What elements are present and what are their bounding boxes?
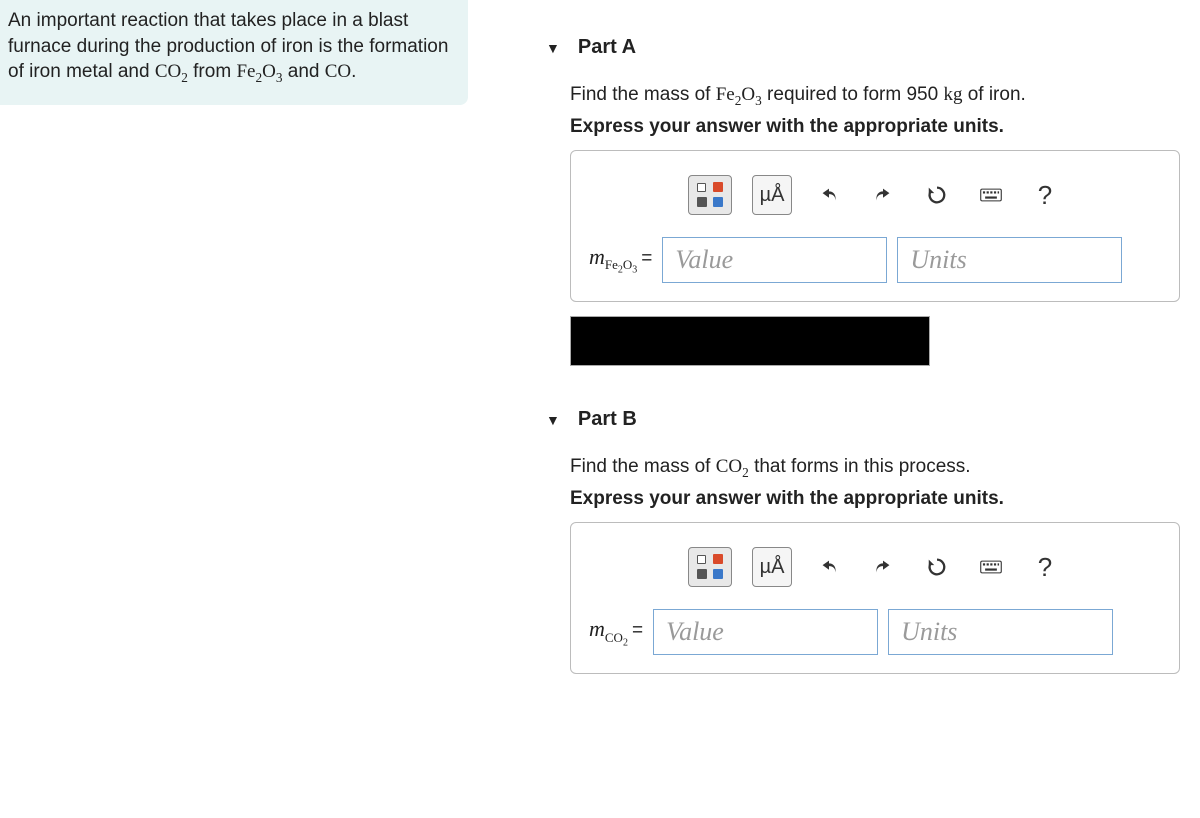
collapse-icon[interactable]: ▼	[546, 412, 560, 428]
redo-button[interactable]	[866, 175, 900, 215]
intro-text-4: .	[351, 61, 356, 82]
reset-button[interactable]	[920, 547, 954, 587]
part-b-toolbar: µÅ ?	[585, 547, 1165, 587]
help-button[interactable]: ?	[1028, 547, 1062, 587]
part-a-value-input[interactable]: Value	[662, 237, 887, 283]
part-a-instruction: Express your answer with the appropriate…	[520, 116, 1200, 150]
part-a-header[interactable]: ▼ Part A	[520, 0, 1200, 67]
part-a-title: Part A	[578, 36, 636, 59]
part-b-question: Find the mass of CO2 that forms in this …	[520, 439, 1200, 488]
part-a-answer-box: µÅ ? mFe2O3= Value Units	[570, 150, 1180, 302]
keyboard-button[interactable]	[974, 175, 1008, 215]
redo-button[interactable]	[866, 547, 900, 587]
part-b-units-input[interactable]: Units	[888, 609, 1113, 655]
problem-statement: An important reaction that takes place i…	[0, 0, 468, 105]
templates-button[interactable]	[688, 175, 732, 215]
part-b-title: Part B	[578, 408, 637, 431]
part-a-units-input[interactable]: Units	[897, 237, 1122, 283]
part-b-answer-row: mCO2= Value Units	[585, 609, 1165, 655]
part-a-answer-row: mFe2O3= Value Units	[585, 237, 1165, 283]
part-b-variable-label: mCO2=	[589, 616, 643, 648]
reset-button[interactable]	[920, 175, 954, 215]
part-b-instruction: Express your answer with the appropriate…	[520, 488, 1200, 522]
part-a-toolbar: µÅ ?	[585, 175, 1165, 215]
templates-button[interactable]	[688, 547, 732, 587]
units-palette-button[interactable]: µÅ	[752, 175, 792, 215]
redacted-region	[570, 316, 930, 366]
undo-button[interactable]	[812, 175, 846, 215]
part-b-answer-box: µÅ ? mCO2= Value Units	[570, 522, 1180, 674]
chem-co2: CO2	[155, 61, 188, 82]
keyboard-button[interactable]	[974, 547, 1008, 587]
intro-text-3: and	[282, 61, 324, 82]
units-palette-button[interactable]: µÅ	[752, 547, 792, 587]
chem-fe2o3: Fe2O3	[236, 61, 282, 82]
part-b-header[interactable]: ▼ Part B	[520, 366, 1200, 439]
part-a-variable-label: mFe2O3=	[589, 244, 652, 276]
undo-button[interactable]	[812, 547, 846, 587]
chem-co: CO	[325, 61, 351, 82]
part-a-question: Find the mass of Fe2O3 required to form …	[520, 67, 1200, 116]
answer-panel: ▼ Part A Find the mass of Fe2O3 required…	[520, 0, 1200, 674]
collapse-icon[interactable]: ▼	[546, 40, 560, 56]
intro-text-2: from	[188, 61, 237, 82]
help-button[interactable]: ?	[1028, 175, 1062, 215]
part-b-value-input[interactable]: Value	[653, 609, 878, 655]
